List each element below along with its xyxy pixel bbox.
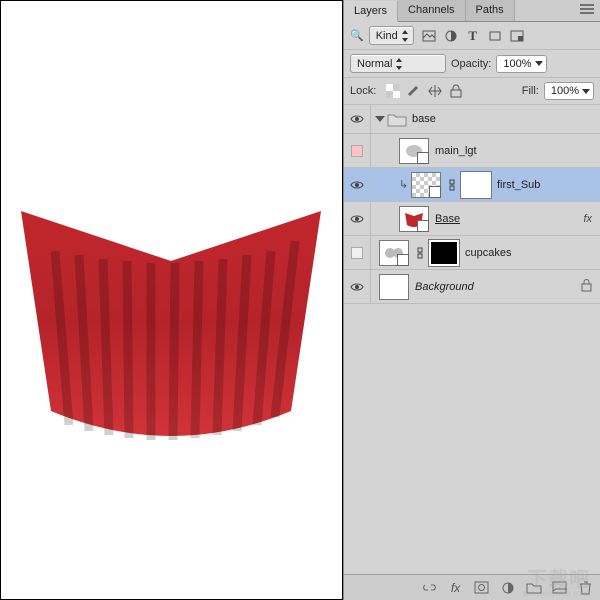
- opacity-label: Opacity:: [451, 58, 491, 70]
- layer-thumbnail: [399, 138, 429, 164]
- opacity-input[interactable]: 100%: [496, 55, 546, 73]
- layer-group-base[interactable]: base: [344, 105, 600, 134]
- fill-label: Fill:: [522, 85, 539, 97]
- lock-transparency-icon[interactable]: [385, 83, 401, 99]
- new-group-icon[interactable]: [525, 579, 542, 596]
- lock-row: Lock: Fill: 100%: [344, 78, 600, 105]
- layer-name[interactable]: main_lgt: [435, 145, 477, 157]
- layers-panel: Layers Channels Paths 🔍 Kind T Normal Op…: [343, 0, 600, 600]
- panel-bottom-bar: fx: [344, 574, 600, 600]
- blend-row: Normal Opacity: 100%: [344, 50, 600, 78]
- search-icon: 🔍: [350, 29, 364, 42]
- layer-name[interactable]: Background: [415, 281, 474, 293]
- document-canvas[interactable]: [0, 0, 343, 600]
- lock-pixels-icon[interactable]: [406, 83, 422, 99]
- tab-paths[interactable]: Paths: [466, 0, 515, 21]
- layer-mask-icon[interactable]: [473, 579, 490, 596]
- visibility-toggle[interactable]: [344, 168, 371, 201]
- filter-pixel-icon[interactable]: [421, 28, 437, 44]
- layer-mask-thumbnail[interactable]: [429, 240, 459, 266]
- filter-row: 🔍 Kind T: [344, 22, 600, 50]
- layer-name[interactable]: base: [412, 113, 436, 125]
- clip-indicator-icon: ↳: [399, 178, 409, 191]
- mask-link-icon[interactable]: [415, 246, 425, 260]
- visibility-toggle[interactable]: [344, 202, 371, 235]
- layer-list: base main_lgt ↳ first_Sub Base fx: [344, 105, 600, 574]
- folder-icon: [386, 111, 408, 127]
- layer-background[interactable]: Background: [344, 270, 600, 304]
- layer-thumbnail: [411, 172, 441, 198]
- disclosure-triangle-icon[interactable]: [375, 116, 385, 122]
- tab-channels[interactable]: Channels: [398, 0, 465, 21]
- mask-link-icon[interactable]: [447, 178, 457, 192]
- filter-smart-icon[interactable]: [509, 28, 525, 44]
- filter-kind-select[interactable]: Kind: [369, 26, 414, 45]
- fill-input[interactable]: 100%: [544, 82, 594, 100]
- visibility-toggle[interactable]: [344, 134, 371, 167]
- delete-layer-icon[interactable]: [577, 579, 594, 596]
- panel-tabs: Layers Channels Paths: [344, 0, 600, 22]
- blend-mode-select[interactable]: Normal: [350, 54, 446, 73]
- visibility-toggle[interactable]: [344, 105, 371, 133]
- layer-name[interactable]: cupcakes: [465, 247, 511, 259]
- visibility-toggle[interactable]: [344, 270, 371, 303]
- filter-adjustment-icon[interactable]: [443, 28, 459, 44]
- fx-indicator[interactable]: fx: [583, 213, 592, 225]
- layer-style-icon[interactable]: fx: [447, 579, 464, 596]
- lock-all-icon[interactable]: [448, 83, 464, 99]
- lock-position-icon[interactable]: [427, 83, 443, 99]
- tab-layers[interactable]: Layers: [344, 1, 398, 22]
- layer-thumbnail: [399, 206, 429, 232]
- cupcake-base-shape: [11, 201, 331, 461]
- panel-menu-icon[interactable]: [574, 0, 600, 21]
- layer-base[interactable]: Base fx: [344, 202, 600, 236]
- layer-name[interactable]: first_Sub: [497, 179, 540, 191]
- lock-label: Lock:: [350, 85, 376, 97]
- layer-thumbnail: [379, 274, 409, 300]
- layer-first-sub[interactable]: ↳ first_Sub: [344, 168, 600, 202]
- adjustment-layer-icon[interactable]: [499, 579, 516, 596]
- link-layers-icon[interactable]: [421, 579, 438, 596]
- new-layer-icon[interactable]: [551, 579, 568, 596]
- filter-type-icon[interactable]: T: [465, 28, 481, 44]
- layer-main-lgt[interactable]: main_lgt: [344, 134, 600, 168]
- filter-shape-icon[interactable]: [487, 28, 503, 44]
- layer-mask-thumbnail[interactable]: [461, 172, 491, 198]
- layer-cupcakes[interactable]: cupcakes: [344, 236, 600, 270]
- layer-name[interactable]: Base: [435, 213, 460, 225]
- layer-thumbnail: [379, 240, 409, 266]
- visibility-toggle[interactable]: [344, 236, 371, 269]
- lock-icon[interactable]: [581, 279, 592, 295]
